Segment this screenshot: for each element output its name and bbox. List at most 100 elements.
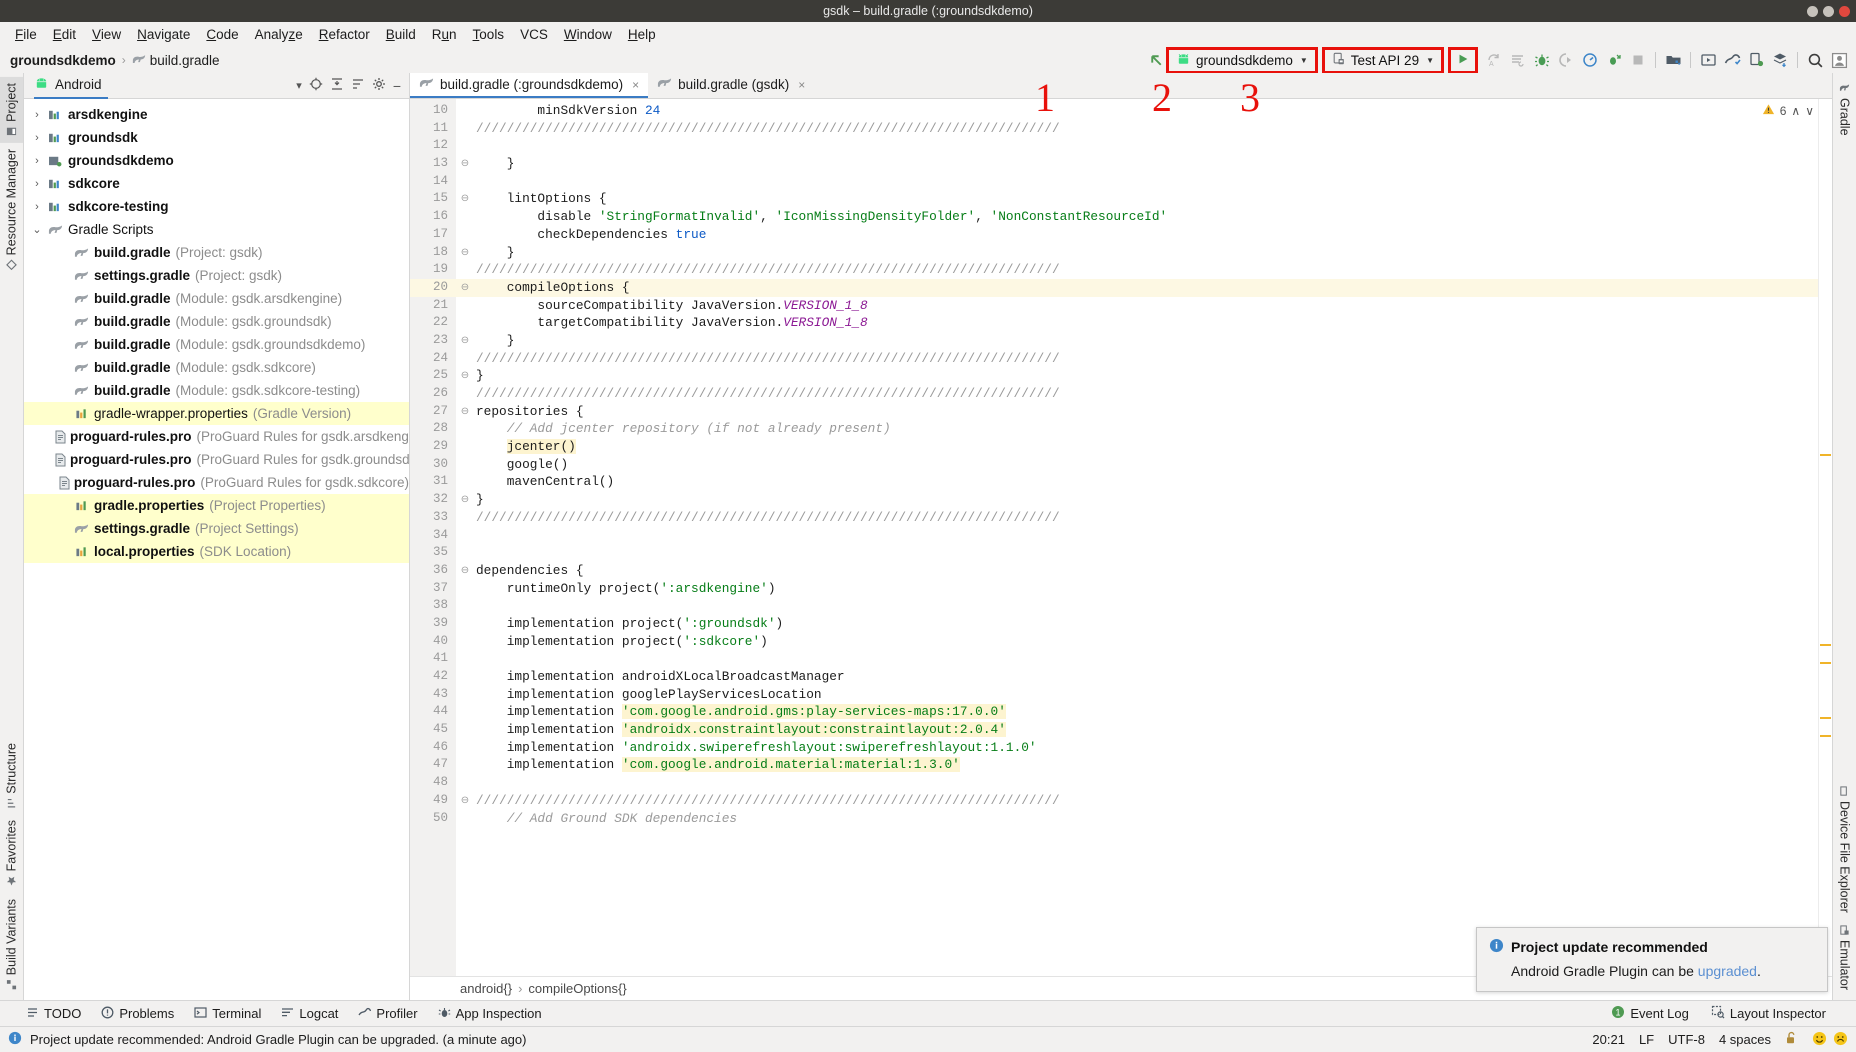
code-line[interactable]: } bbox=[474, 244, 1818, 262]
device-selector[interactable]: Test API 29 ▼ bbox=[1321, 46, 1445, 74]
fold-toggle-icon[interactable]: ⊖ bbox=[456, 332, 474, 350]
file-encoding[interactable]: UTF-8 bbox=[1668, 1032, 1705, 1047]
chevron-right-icon[interactable]: › bbox=[28, 155, 46, 167]
tree-item[interactable]: build.gradle (Project: gsdk) bbox=[24, 241, 409, 264]
marker-warning[interactable] bbox=[1820, 717, 1831, 719]
stop-icon[interactable] bbox=[1627, 50, 1649, 71]
tree-item[interactable]: › groundsdk bbox=[24, 126, 409, 149]
settings-filter-icon[interactable] bbox=[351, 77, 365, 94]
code-line[interactable] bbox=[474, 137, 1818, 155]
code-line[interactable]: implementation androidXLocalBroadcastMan… bbox=[474, 668, 1818, 686]
module-selector[interactable]: groundsdkdemo ▼ bbox=[1166, 46, 1318, 74]
code-line[interactable]: runtimeOnly project(':arsdkengine') bbox=[474, 580, 1818, 598]
code-folding-column[interactable]: ⊖ ⊖ ⊖ ⊖ ⊖ ⊖ ⊖ ⊖ ⊖ ⊖ bbox=[456, 99, 474, 976]
happy-face-icon[interactable] bbox=[1812, 1031, 1827, 1049]
code-line[interactable]: compileOptions { bbox=[474, 278, 1818, 297]
close-icon[interactable]: × bbox=[632, 78, 639, 92]
code-line[interactable]: } bbox=[474, 367, 1818, 385]
code-line[interactable]: lintOptions { bbox=[474, 190, 1818, 208]
menu-edit[interactable]: Edit bbox=[46, 25, 83, 44]
tree-item[interactable]: build.gradle (Module: gsdk.groundsdkdemo) bbox=[24, 333, 409, 356]
search-icon[interactable] bbox=[1804, 50, 1826, 71]
status-message[interactable]: Project update recommended: Android Grad… bbox=[30, 1032, 526, 1047]
caret-position[interactable]: 20:21 bbox=[1592, 1032, 1625, 1047]
sidebar-item-resource-manager[interactable]: Resource Manager bbox=[0, 143, 23, 276]
code-line[interactable]: implementation 'com.google.android.mater… bbox=[474, 756, 1818, 774]
editor-tab[interactable]: build.gradle (:groundsdkdemo) × bbox=[410, 73, 649, 98]
bottom-item-layout-inspector[interactable]: Layout Inspector bbox=[1711, 1005, 1826, 1022]
code-line[interactable]: implementation 'androidx.constraintlayou… bbox=[474, 721, 1818, 739]
chevron-right-icon[interactable]: › bbox=[28, 109, 46, 121]
code-line[interactable]: implementation 'androidx.swiperefreshlay… bbox=[474, 739, 1818, 757]
indent-setting[interactable]: 4 spaces bbox=[1719, 1032, 1771, 1047]
tree-item[interactable]: proguard-rules.pro (ProGuard Rules for gs… bbox=[24, 471, 409, 494]
menu-tools[interactable]: Tools bbox=[466, 25, 512, 44]
code-line[interactable]: jcenter() bbox=[474, 438, 1818, 456]
profiler-icon[interactable] bbox=[1579, 50, 1601, 71]
code-line[interactable] bbox=[474, 597, 1818, 615]
menu-view[interactable]: View bbox=[85, 25, 128, 44]
code-line[interactable]: // Add jcenter repository (if not alread… bbox=[474, 420, 1818, 438]
code-line[interactable]: // Add Ground SDK dependencies bbox=[474, 810, 1818, 828]
sad-face-icon[interactable] bbox=[1833, 1031, 1848, 1049]
fold-toggle-icon[interactable]: ⊖ bbox=[456, 403, 474, 421]
menu-help[interactable]: Help bbox=[621, 25, 663, 44]
code-line[interactable]: implementation googlePlayServicesLocatio… bbox=[474, 686, 1818, 704]
fold-toggle-icon[interactable]: ⊖ bbox=[456, 244, 474, 262]
close-icon[interactable]: × bbox=[798, 78, 805, 92]
run-with-coverage-icon[interactable] bbox=[1603, 50, 1625, 71]
code-line[interactable]: ////////////////////////////////////////… bbox=[474, 350, 1818, 368]
project-tree[interactable]: › arsdkengine › groundsdk › groundsdkdemo › sdk… bbox=[24, 99, 409, 1000]
tree-item[interactable]: › arsdkengine bbox=[24, 103, 409, 126]
fold-toggle-icon[interactable]: ⊖ bbox=[456, 491, 474, 509]
editor-marker-column[interactable] bbox=[1818, 99, 1832, 976]
sidebar-item-build-variants[interactable]: Build Variants bbox=[0, 893, 23, 996]
menu-code[interactable]: Code bbox=[199, 25, 245, 44]
code-line[interactable]: implementation project(':groundsdk') bbox=[474, 615, 1818, 633]
menu-window[interactable]: Window bbox=[557, 25, 619, 44]
gear-icon[interactable] bbox=[372, 77, 386, 94]
target-icon[interactable] bbox=[309, 77, 323, 94]
code-line[interactable]: mavenCentral() bbox=[474, 473, 1818, 491]
marker-warning[interactable] bbox=[1820, 662, 1831, 664]
fold-toggle-icon[interactable]: ⊖ bbox=[456, 562, 474, 580]
menu-analyze[interactable]: Analyze bbox=[248, 25, 310, 44]
avd-manager-icon[interactable] bbox=[1697, 50, 1719, 71]
unlocked-icon[interactable] bbox=[1785, 1031, 1798, 1048]
code-line[interactable]: } bbox=[474, 155, 1818, 173]
debug-icon[interactable] bbox=[1531, 50, 1553, 71]
layout-inspector-icon[interactable] bbox=[1769, 50, 1791, 71]
code-line[interactable] bbox=[474, 774, 1818, 792]
chevron-right-icon[interactable]: › bbox=[28, 178, 46, 190]
editor-tab[interactable]: build.gradle (gsdk) × bbox=[648, 73, 814, 98]
code-line[interactable]: } bbox=[474, 332, 1818, 350]
tree-item[interactable]: build.gradle (Module: gsdk.sdkcore) bbox=[24, 356, 409, 379]
menu-build[interactable]: Build bbox=[379, 25, 423, 44]
code-line[interactable]: disable 'StringFormatInvalid', 'IconMiss… bbox=[474, 208, 1818, 226]
project-view-selector[interactable]: Android bbox=[34, 73, 108, 99]
navigate-back-icon[interactable] bbox=[1145, 50, 1167, 71]
device-monitor-icon[interactable] bbox=[1721, 50, 1743, 71]
bottom-item-todo[interactable]: TODO bbox=[26, 1006, 81, 1022]
close-icon[interactable] bbox=[1839, 5, 1850, 17]
breadcrumb-file[interactable]: build.gradle bbox=[150, 53, 220, 68]
notification-balloon[interactable]: Project update recommended Android Gradl… bbox=[1476, 927, 1828, 992]
bottom-item-event-log[interactable]: 1 Event Log bbox=[1611, 1005, 1689, 1022]
bottom-item-problems[interactable]: Problems bbox=[101, 1006, 174, 1022]
avatar-icon[interactable] bbox=[1828, 50, 1850, 71]
marker-warning[interactable] bbox=[1820, 644, 1831, 646]
chevron-right-icon[interactable]: › bbox=[28, 132, 46, 144]
fold-toggle-icon[interactable]: ⊖ bbox=[456, 155, 474, 173]
collapse-all-icon[interactable] bbox=[330, 77, 344, 94]
marker-warning[interactable] bbox=[1820, 735, 1831, 737]
tree-item[interactable]: settings.gradle (Project Settings) bbox=[24, 517, 409, 540]
chevron-down-icon[interactable]: ▾ bbox=[296, 79, 302, 92]
run-button[interactable] bbox=[1448, 46, 1478, 74]
code-line[interactable]: } bbox=[474, 491, 1818, 509]
chevron-down-icon[interactable]: ∨ bbox=[1805, 104, 1814, 118]
fold-toggle-icon[interactable]: ⊖ bbox=[456, 278, 474, 297]
menu-file[interactable]: File bbox=[8, 25, 44, 44]
code-line[interactable]: minSdkVersion 24 bbox=[474, 102, 1818, 120]
minimize-icon[interactable] bbox=[1807, 5, 1818, 17]
attach-debugger-icon[interactable] bbox=[1555, 50, 1577, 71]
